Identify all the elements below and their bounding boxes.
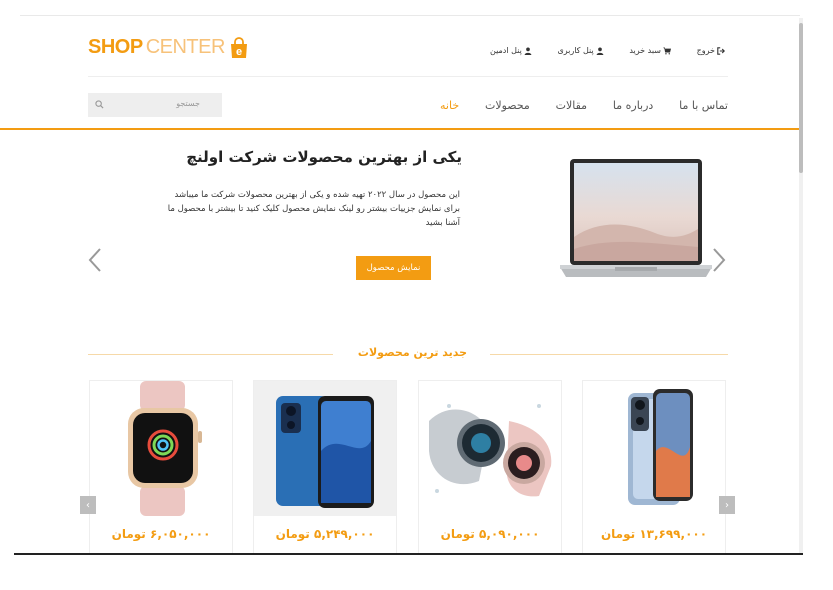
nav-underline — [0, 128, 803, 130]
carousel-next-button[interactable]: › — [719, 496, 735, 514]
xiaomi-phone-image — [628, 389, 693, 505]
show-product-button[interactable]: نمایش محصول — [356, 256, 431, 280]
logo-center-text: CENTER — [145, 36, 226, 58]
cart-link[interactable]: سبد خرید — [629, 46, 671, 55]
scrollbar[interactable] — [799, 18, 803, 553]
logout-icon — [717, 46, 725, 55]
shopping-bag-icon: e — [230, 36, 247, 58]
main-nav: خانه محصولات مقالات درباره ما تماس با ما — [440, 99, 728, 112]
product-price: ۶,۰۵۰,۰۰۰ تومان — [111, 527, 211, 541]
logo-shop-text: SHOP — [88, 36, 143, 58]
scrollbar-thumb[interactable] — [799, 23, 803, 173]
logout-link[interactable]: خروج — [697, 46, 725, 55]
user-icon — [596, 47, 604, 55]
nav-item-home[interactable]: خانه — [440, 99, 459, 112]
cart-icon — [663, 46, 671, 55]
product-card[interactable]: ۵,۲۴۹,۰۰۰ تومان — [253, 380, 397, 553]
user-icon — [524, 47, 532, 55]
product-card[interactable]: ۱۳,۶۹۹,۰۰۰ تومان — [582, 380, 726, 553]
bottom-border — [14, 553, 803, 555]
smartwatches-image — [429, 404, 552, 497]
nav-item-contact[interactable]: تماس با ما — [679, 99, 728, 112]
chevron-left-icon[interactable] — [88, 247, 102, 273]
search-icon[interactable] — [95, 100, 104, 109]
nav-item-articles[interactable]: مقالات — [556, 99, 587, 112]
chevron-right-icon[interactable] — [712, 247, 726, 273]
product-price: ۵,۲۴۹,۰۰۰ تومان — [275, 527, 375, 541]
admin-panel-label: پنل ادمین — [490, 46, 522, 55]
logout-label: خروج — [696, 46, 715, 55]
logo-letter: e — [236, 46, 242, 58]
search-placeholder: جستجو — [176, 99, 200, 108]
product-card[interactable]: ۶,۰۵۰,۰۰۰ تومان — [89, 380, 233, 553]
laptop-image — [560, 159, 712, 277]
hero-description: این محصول در سال ۲۰۲۲ تهیه شده و یکی از … — [167, 190, 460, 228]
product-card[interactable]: ۵,۰۹۰,۰۰۰ تومان — [418, 380, 562, 553]
user-panel-label: پنل کاربری — [557, 46, 594, 55]
hero-title: یکی از بهترین محصولات شرکت اولنچ — [186, 148, 462, 166]
chevron-left-icon: ‹ — [86, 499, 90, 511]
cart-label: سبد خرید — [629, 46, 661, 55]
top-border — [20, 15, 800, 16]
browser-viewport: SHOP CENTER e خروج سبد خرید پنل کاربری پ… — [0, 0, 803, 553]
nav-item-products[interactable]: محصولات — [485, 99, 530, 112]
carousel-prev-button[interactable]: ‹ — [80, 496, 96, 514]
header-divider — [88, 76, 728, 77]
top-links: خروج سبد خرید پنل کاربری پنل ادمین — [490, 46, 725, 55]
site-logo[interactable]: SHOP CENTER e — [88, 36, 249, 59]
apple-watch-image — [128, 381, 202, 516]
user-panel-link[interactable]: پنل کاربری — [557, 46, 604, 55]
product-price: ۱۳,۶۹۹,۰۰۰ تومان — [600, 527, 708, 541]
product-price: ۵,۰۹۰,۰۰۰ تومان — [440, 527, 540, 541]
section-divider-right — [490, 354, 728, 355]
section-divider-left — [88, 354, 333, 355]
chevron-right-icon: › — [725, 499, 729, 511]
nav-item-about[interactable]: درباره ما — [613, 99, 653, 112]
section-title: جدید ترین محصولات — [357, 346, 468, 359]
blue-smartphone-image — [254, 381, 396, 516]
search-input[interactable]: جستجو — [88, 93, 222, 117]
admin-panel-link[interactable]: پنل ادمین — [490, 46, 532, 55]
